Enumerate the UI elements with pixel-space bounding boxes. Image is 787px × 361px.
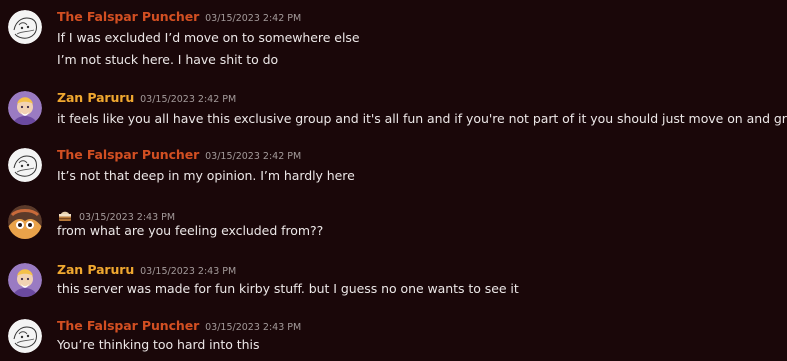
- author-name[interactable]: The Falspar Puncher: [57, 147, 199, 162]
- message-text: I’m not stuck here. I have shit to do: [57, 52, 279, 67]
- author-name[interactable]: Zan Paruru: [57, 262, 134, 277]
- message-text: it feels like you all have this exclusiv…: [57, 111, 787, 126]
- sketch-avatar-icon[interactable]: [8, 148, 42, 182]
- message-text: It’s not that deep in my opinion. I’m ha…: [57, 168, 355, 183]
- sketch-avatar-icon[interactable]: [8, 10, 42, 44]
- message-header: The Falspar Puncher 03/15/2023 2:42 PM: [57, 147, 301, 165]
- author-name[interactable]: The Falspar Puncher: [57, 318, 199, 333]
- message-text: If I was excluded I’d move on to somewhe…: [57, 30, 360, 45]
- author-name[interactable]: Zan Paruru: [57, 90, 134, 105]
- wizard-avatar-icon[interactable]: [8, 91, 42, 125]
- timestamp[interactable]: 03/15/2023 2:42 PM: [205, 151, 301, 162]
- wizard-avatar-icon[interactable]: [8, 263, 42, 297]
- timestamp[interactable]: 03/15/2023 2:42 PM: [205, 13, 301, 24]
- message-header: 03/15/2023 2:43 PM: [57, 205, 175, 223]
- message-header: Zan Paruru 03/15/2023 2:43 PM: [57, 262, 236, 280]
- message-text: from what are you feeling excluded from?…: [57, 223, 324, 238]
- sketch-avatar-icon[interactable]: [8, 319, 42, 353]
- message-header: Zan Paruru 03/15/2023 2:42 PM: [57, 90, 236, 108]
- message-header: The Falspar Puncher 03/15/2023 2:43 PM: [57, 318, 301, 336]
- timestamp[interactable]: 03/15/2023 2:43 PM: [205, 322, 301, 333]
- timestamp[interactable]: 03/15/2023 2:43 PM: [79, 212, 175, 223]
- message-text: You’re thinking too hard into this: [57, 337, 260, 352]
- message-header: The Falspar Puncher 03/15/2023 2:42 PM: [57, 9, 301, 27]
- timestamp[interactable]: 03/15/2023 2:42 PM: [140, 94, 236, 105]
- timestamp[interactable]: 03/15/2023 2:43 PM: [140, 266, 236, 277]
- cake-emoji-icon[interactable]: [57, 207, 73, 221]
- character-avatar-icon[interactable]: [8, 205, 42, 239]
- author-name[interactable]: The Falspar Puncher: [57, 9, 199, 24]
- message-text: this server was made for fun kirby stuff…: [57, 281, 519, 296]
